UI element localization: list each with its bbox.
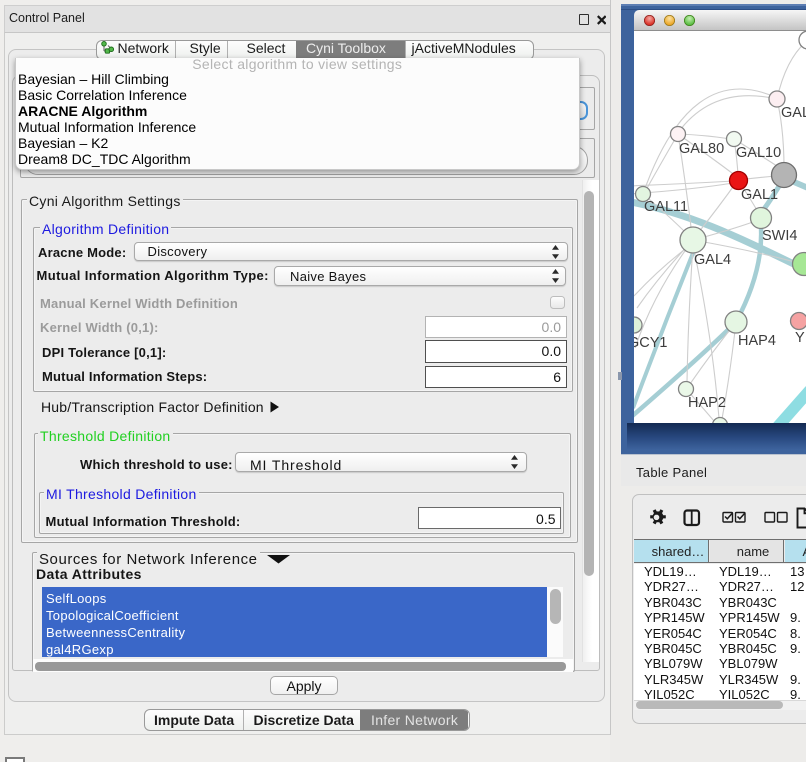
svg-text:GAL11: GAL11	[644, 199, 688, 215]
svg-text:Y: Y	[795, 330, 805, 346]
svg-text:GAL80: GAL80	[679, 141, 724, 157]
svg-text:GCY1: GCY1	[634, 335, 668, 351]
svg-text:GAL: GAL	[781, 105, 806, 121]
svg-text:HAP2: HAP2	[688, 395, 726, 411]
svg-text:SWI4: SWI4	[762, 228, 797, 244]
svg-text:GAL10: GAL10	[736, 145, 781, 161]
svg-text:GAL4: GAL4	[694, 252, 731, 268]
svg-text:HAP4: HAP4	[738, 333, 776, 349]
svg-text:GAL1: GAL1	[741, 187, 778, 203]
